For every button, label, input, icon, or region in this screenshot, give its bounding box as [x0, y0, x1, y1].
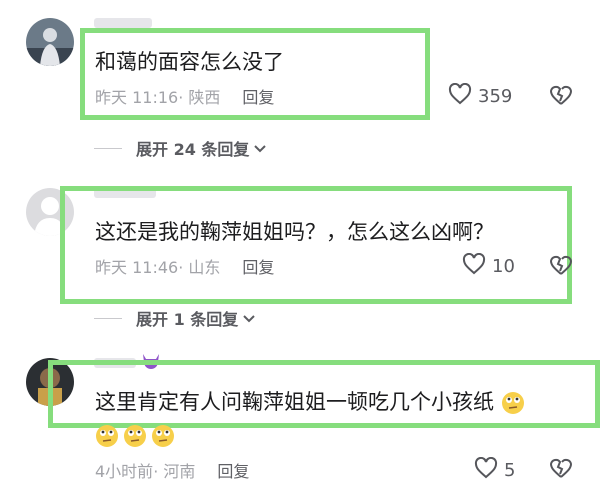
- commenter-avatar[interactable]: [26, 18, 74, 66]
- comment-text: 和蔼的面容怎么没了: [95, 50, 284, 74]
- like-count: 5: [504, 460, 516, 481]
- meta-separator: ·: [178, 88, 184, 107]
- like-count: 359: [478, 86, 513, 107]
- reply-button[interactable]: 回复: [242, 258, 274, 277]
- reply-button[interactable]: 回复: [217, 462, 249, 481]
- expand-replies-button[interactable]: 展开 1 条回复: [94, 306, 256, 330]
- chevron-down-icon: [253, 139, 267, 158]
- rolling-eyes-emoji-icon: [95, 424, 119, 448]
- reply-button[interactable]: 回复: [242, 88, 274, 107]
- username-placeholder[interactable]: [94, 18, 152, 28]
- divider-line: [94, 147, 122, 149]
- like-count: 10: [492, 256, 515, 277]
- divider-line: [94, 317, 122, 319]
- comment-text: 这还是我的鞠萍姐姐吗？，怎么这么凶啊？: [95, 220, 494, 244]
- like-button[interactable]: 359: [448, 82, 513, 110]
- broken-heart-icon[interactable]: [548, 254, 574, 280]
- heart-icon: [448, 82, 472, 110]
- rolling-eyes-emoji-icon: [501, 391, 525, 415]
- meta-separator: ·: [178, 258, 184, 277]
- emoji-row: [95, 424, 175, 448]
- like-button[interactable]: 5: [474, 456, 516, 484]
- comment-time: 昨天 11:46: [95, 258, 179, 277]
- comment-meta: 4小时前· 河南 回复: [95, 458, 249, 482]
- comment-location: 陕西: [188, 88, 221, 107]
- chevron-down-icon: [242, 309, 256, 328]
- comment-time: 昨天 11:16: [95, 88, 179, 107]
- comment-text-body: 这里肯定有人问鞠萍姐姐一顿吃几个小孩纸: [95, 390, 494, 414]
- comment-location: 河南: [163, 462, 196, 481]
- broken-heart-icon[interactable]: [548, 84, 574, 110]
- broken-heart-icon[interactable]: [548, 457, 574, 483]
- rolling-eyes-emoji-icon: [151, 424, 175, 448]
- rolling-eyes-emoji-icon: [123, 424, 147, 448]
- expand-replies-label: 展开 1 条回复: [136, 310, 239, 329]
- comment-location: 山东: [188, 258, 221, 277]
- meta-separator: ·: [153, 462, 159, 481]
- comment-meta: 昨天 11:16· 陕西 回复: [95, 84, 274, 108]
- expand-replies-button[interactable]: 展开 24 条回复: [94, 136, 267, 160]
- comment-time: 4小时前: [95, 462, 154, 481]
- heart-icon: [462, 252, 486, 280]
- comment-meta: 昨天 11:46· 山东 回复: [95, 254, 274, 278]
- heart-icon: [474, 456, 498, 484]
- comment-text: 这里肯定有人问鞠萍姐姐一顿吃几个小孩纸: [95, 388, 525, 416]
- like-button[interactable]: 10: [462, 252, 515, 280]
- expand-replies-label: 展开 24 条回复: [136, 140, 250, 159]
